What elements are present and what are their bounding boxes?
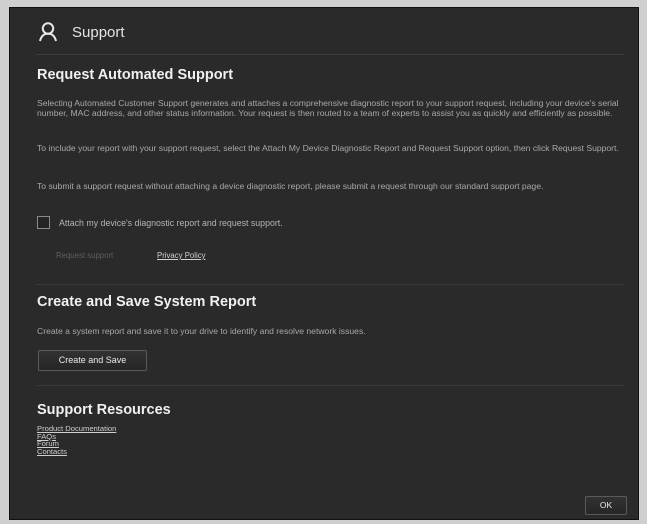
system-report-heading: Create and Save System Report xyxy=(37,294,257,310)
header-divider xyxy=(36,54,624,55)
attach-report-option: Attach my device's diagnostic report and… xyxy=(37,216,283,229)
request-support-button[interactable]: Request support xyxy=(56,251,113,260)
support-resources-heading: Support Resources xyxy=(37,402,171,418)
request-support-heading: Request Automated Support xyxy=(37,67,234,83)
system-report-description: Create a system report and save it to yo… xyxy=(37,326,366,336)
support-dialog: Support Request Automated Support Select… xyxy=(9,7,639,520)
dialog-header: Support xyxy=(38,22,125,42)
resource-links: Product Documentation FAQs Forum Contact… xyxy=(37,425,116,456)
ok-button[interactable]: OK xyxy=(585,496,627,515)
standard-support-note: To submit a support request without atta… xyxy=(37,181,544,191)
attach-report-label: Attach my device's diagnostic report and… xyxy=(59,217,283,228)
create-and-save-button[interactable]: Create and Save xyxy=(38,350,147,371)
privacy-policy-link[interactable]: Privacy Policy xyxy=(157,251,206,260)
section-divider xyxy=(36,284,624,285)
request-description: Selecting Automated Customer Support gen… xyxy=(37,98,619,118)
attach-report-checkbox[interactable] xyxy=(37,216,50,229)
contacts-link[interactable]: Contacts xyxy=(37,448,116,456)
person-icon xyxy=(38,22,58,42)
page-title: Support xyxy=(72,23,125,41)
request-instructions: To include your report with your support… xyxy=(37,143,619,153)
section-divider xyxy=(36,385,624,386)
